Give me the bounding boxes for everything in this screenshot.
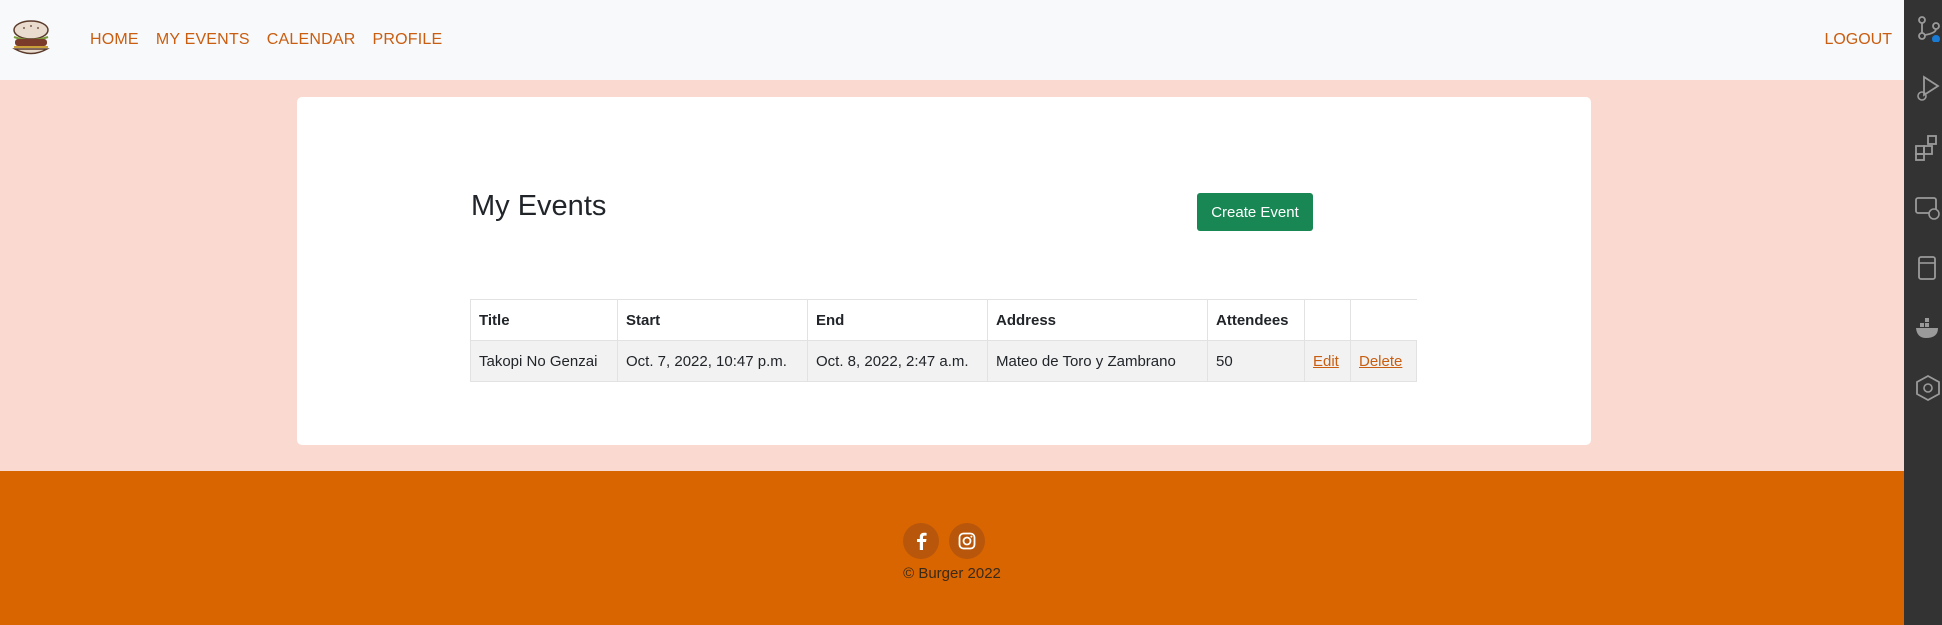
- source-control-icon[interactable]: [1914, 14, 1942, 42]
- footer: © Burger 2022: [0, 471, 1904, 625]
- create-event-button[interactable]: Create Event: [1197, 193, 1313, 231]
- copyright-text: © Burger 2022: [903, 565, 1001, 582]
- cell-edit: Edit: [1304, 340, 1351, 382]
- delete-link[interactable]: Delete: [1359, 353, 1402, 370]
- nav-profile-link[interactable]: PROFILE: [373, 31, 443, 49]
- facebook-button[interactable]: [903, 523, 939, 559]
- events-table: Title Start End Address Attendees Takopi…: [470, 299, 1417, 382]
- nav-calendar-link[interactable]: CALENDAR: [267, 31, 356, 49]
- header-attendees: Attendees: [1207, 299, 1305, 341]
- social-links: [903, 523, 985, 559]
- cell-start: Oct. 7, 2022, 10:47 p.m.: [617, 340, 808, 382]
- cell-attendees: 50: [1207, 340, 1305, 382]
- facebook-icon: [917, 532, 927, 550]
- run-debug-icon[interactable]: [1914, 74, 1942, 102]
- extensions-icon[interactable]: [1914, 134, 1942, 162]
- page: HOME MY EVENTS CALENDAR PROFILE LOGOUT M…: [0, 0, 1904, 625]
- notebook-icon[interactable]: [1914, 254, 1942, 282]
- edit-link[interactable]: Edit: [1313, 353, 1339, 370]
- logout-link[interactable]: LOGOUT: [1824, 0, 1892, 80]
- header-title: Title: [470, 299, 618, 341]
- header-delete-empty: [1350, 299, 1417, 341]
- page-title: My Events: [471, 190, 607, 222]
- events-card: My Events Create Event Title Start End A…: [297, 97, 1591, 445]
- cell-end: Oct. 8, 2022, 2:47 a.m.: [807, 340, 988, 382]
- burger-logo-icon[interactable]: [10, 18, 52, 60]
- table-header-row: Title Start End Address Attendees: [470, 299, 1417, 341]
- cell-title: Takopi No Genzai: [470, 340, 618, 382]
- cell-delete: Delete: [1350, 340, 1417, 382]
- instagram-icon: [958, 532, 976, 550]
- header-address: Address: [987, 299, 1208, 341]
- header-end: End: [807, 299, 988, 341]
- header-edit-empty: [1304, 299, 1351, 341]
- navbar: HOME MY EVENTS CALENDAR PROFILE LOGOUT: [0, 0, 1904, 80]
- remote-explorer-icon[interactable]: [1914, 194, 1942, 222]
- nav-my-events-link[interactable]: MY EVENTS: [156, 31, 250, 49]
- editor-activity-bar: [1904, 0, 1942, 625]
- cell-address: Mateo de Toro y Zambrano: [987, 340, 1208, 382]
- nav-links: HOME MY EVENTS CALENDAR PROFILE: [90, 0, 459, 80]
- kubernetes-icon[interactable]: [1914, 374, 1942, 402]
- nav-home-link[interactable]: HOME: [90, 31, 139, 49]
- instagram-button[interactable]: [949, 523, 985, 559]
- header-start: Start: [617, 299, 808, 341]
- table-row: Takopi No Genzai Oct. 7, 2022, 10:47 p.m…: [470, 340, 1417, 382]
- docker-icon[interactable]: [1914, 314, 1942, 342]
